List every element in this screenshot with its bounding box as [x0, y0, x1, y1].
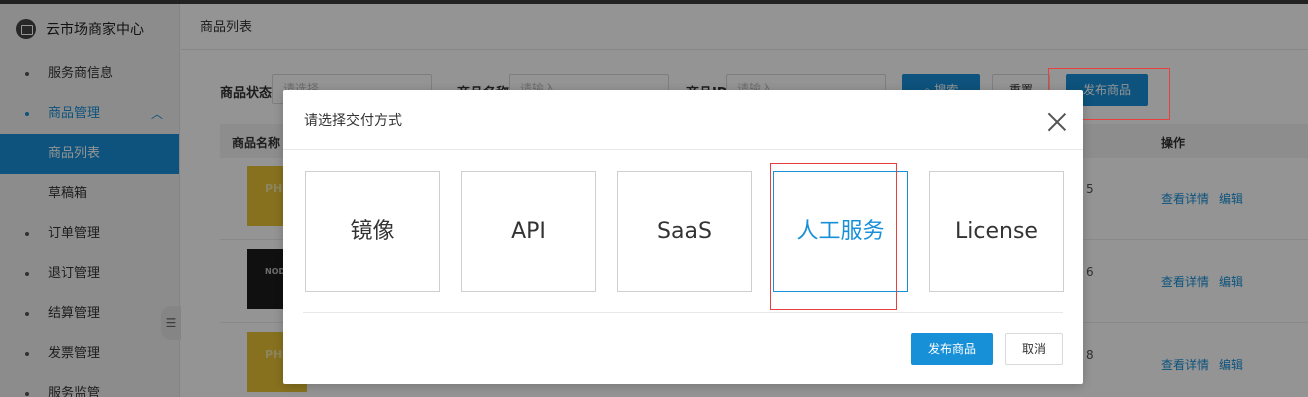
option-saas[interactable]: SaaS	[617, 171, 752, 292]
option-api[interactable]: API	[461, 171, 596, 292]
confirm-publish-button[interactable]: 发布商品	[911, 333, 993, 365]
divider	[303, 312, 1063, 313]
dialog-title: 请选择交付方式	[283, 90, 1083, 150]
close-icon[interactable]	[1047, 112, 1067, 132]
delivery-method-dialog: 请选择交付方式 镜像 API SaaS 人工服务 License 发布商品 取消	[283, 90, 1083, 384]
option-image[interactable]: 镜像	[305, 171, 440, 292]
option-license[interactable]: License	[929, 171, 1064, 292]
option-manual-service[interactable]: 人工服务	[773, 171, 908, 292]
cancel-button[interactable]: 取消	[1005, 333, 1063, 365]
